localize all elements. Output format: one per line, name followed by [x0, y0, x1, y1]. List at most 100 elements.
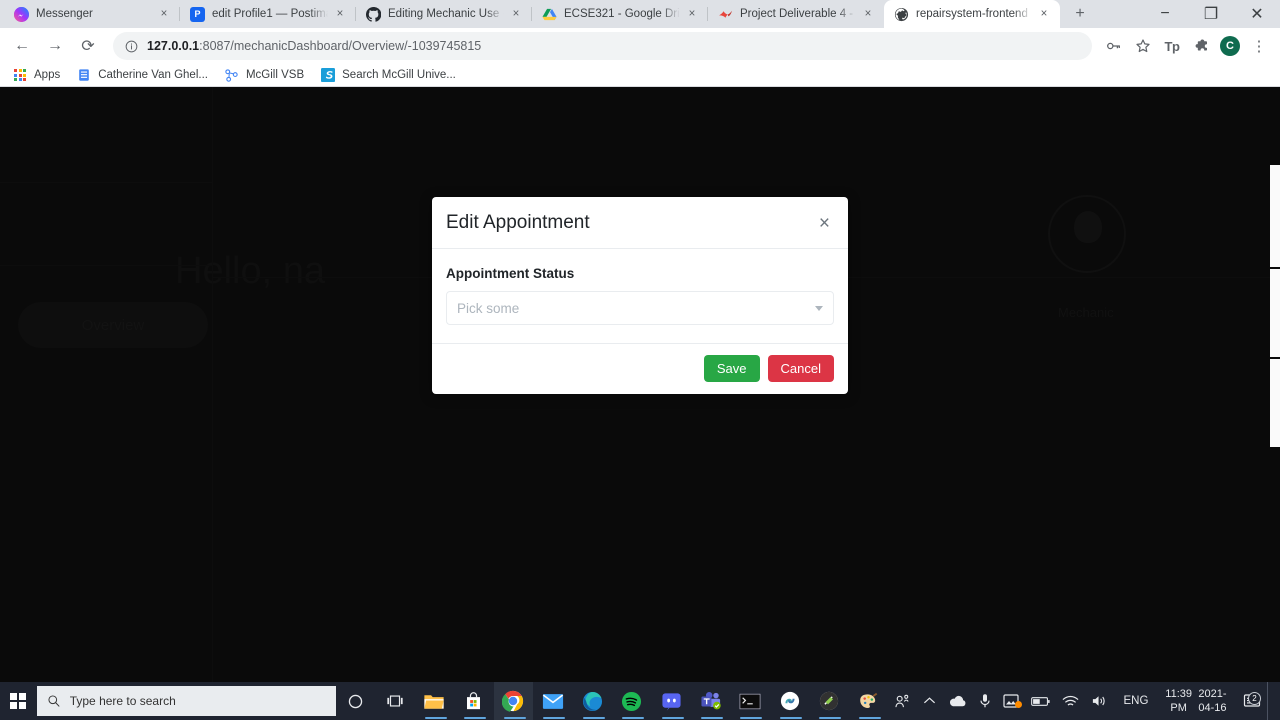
window-close-button[interactable]: ✕ — [1234, 0, 1280, 28]
background-avatar — [1048, 195, 1126, 273]
spotify-icon[interactable] — [612, 682, 651, 720]
tab-title: Project Deliverable 4 - Winte — [740, 8, 856, 20]
volume-icon[interactable] — [1085, 694, 1114, 708]
bookmark-apps[interactable]: Apps — [10, 65, 68, 85]
url-path: :8087/mechanicDashboard/Overview/-103974… — [199, 39, 482, 53]
window-minimize-button[interactable]: − — [1142, 0, 1188, 28]
reload-icon[interactable]: ⟳ — [74, 32, 102, 60]
password-key-icon[interactable] — [1101, 33, 1127, 59]
bookmark-search-mcgill-university[interactable]: Search McGill Unive... — [318, 65, 464, 85]
file-explorer-icon[interactable] — [415, 682, 454, 720]
anaconda-icon[interactable] — [770, 682, 809, 720]
chrome-browser-window: Messenger × P edit Profile1 — Postimages… — [0, 0, 1280, 682]
document-icon — [76, 67, 92, 83]
cortana-icon[interactable] — [336, 682, 375, 720]
app-icon[interactable] — [809, 682, 848, 720]
select-placeholder: Pick some — [457, 300, 520, 316]
bookmark-star-icon[interactable] — [1130, 33, 1156, 59]
tab-title: repairsystem-frontend — [916, 8, 1028, 20]
bookmark-mcgill-vsb[interactable]: McGill VSB — [222, 65, 312, 85]
bookmark-label: McGill VSB — [245, 69, 305, 81]
notifications-button[interactable]: 2 — [1237, 692, 1267, 709]
url-host: 127.0.0.1 — [147, 39, 200, 53]
modal-header: Edit Appointment × — [432, 197, 848, 249]
globe-icon — [894, 7, 909, 22]
site-info-icon[interactable] — [125, 40, 138, 53]
messenger-icon — [14, 6, 29, 22]
language-indicator[interactable]: ENG — [1114, 695, 1157, 707]
task-view-icon[interactable] — [375, 682, 414, 720]
notification-badge: 2 — [1248, 692, 1261, 705]
microsoft-edge-icon[interactable] — [573, 682, 612, 720]
people-icon[interactable] — [888, 694, 917, 709]
chevron-down-icon — [815, 305, 823, 311]
onedrive-cloud-icon[interactable] — [942, 695, 973, 708]
save-button[interactable]: Save — [703, 355, 760, 382]
microsoft-store-icon[interactable] — [454, 682, 493, 720]
tab-close-icon[interactable]: × — [860, 6, 876, 22]
extensions-puzzle-icon[interactable] — [1188, 33, 1214, 59]
bookmark-label: Search McGill Unive... — [342, 69, 456, 81]
background-greeting-text: Hello, na — [175, 250, 325, 292]
microphone-icon[interactable] — [973, 693, 997, 709]
google-chrome-icon[interactable] — [493, 682, 534, 720]
mail-icon[interactable] — [533, 682, 572, 720]
system-tray: ENG 11:39 PM 2021-04-16 2 — [888, 682, 1280, 720]
command-prompt-icon[interactable] — [730, 682, 769, 720]
tab-strip: Messenger × P edit Profile1 — Postimages… — [0, 0, 1280, 28]
browser-tab-google-drive[interactable]: ECSE321 - Google Drive × — [532, 0, 708, 28]
chrome-menu-icon[interactable]: ⋮ — [1246, 33, 1272, 59]
windows-taskbar: Type here to search ENG 11:39 PM 2021-04… — [0, 682, 1280, 720]
modal-body: Appointment Status Pick some — [432, 249, 848, 343]
battery-icon[interactable] — [1025, 696, 1056, 707]
wifi-icon[interactable] — [1056, 695, 1085, 708]
window-maximize-button[interactable]: ❐ — [1188, 0, 1234, 28]
cancel-button[interactable]: Cancel — [767, 355, 834, 382]
chevron-up-icon[interactable] — [917, 696, 942, 706]
close-icon[interactable]: × — [817, 214, 832, 233]
address-bar[interactable]: 127.0.0.1:8087/mechanicDashboard/Overvie… — [113, 32, 1092, 60]
postimages-icon: P — [190, 6, 205, 22]
appointment-status-select[interactable]: Pick some — [446, 291, 834, 325]
browser-tab-messenger[interactable]: Messenger × — [4, 0, 180, 28]
browser-toolbar: ← → ⟳ 127.0.0.1:8087/mechanicDashboard/O… — [0, 28, 1280, 64]
tab-close-icon[interactable]: × — [684, 6, 700, 22]
avatar: C — [1220, 36, 1240, 56]
edit-appointment-modal: Edit Appointment × Appointment Status Pi… — [432, 197, 848, 394]
new-tab-button[interactable]: + — [1066, 0, 1094, 28]
search-placeholder: Type here to search — [69, 694, 176, 708]
show-desktop-button[interactable] — [1267, 682, 1280, 720]
paint-icon[interactable] — [849, 682, 888, 720]
tab-title: edit Profile1 — Postimages — [212, 8, 328, 20]
tab-close-icon[interactable]: × — [1036, 6, 1052, 22]
browser-tab-repairsystem-frontend[interactable]: repairsystem-frontend × — [884, 0, 1060, 28]
bookmark-label: Catherine Van Ghel... — [98, 69, 208, 81]
photos-icon[interactable] — [997, 694, 1025, 708]
tab-close-icon[interactable]: × — [508, 6, 524, 22]
microsoft-teams-icon[interactable] — [691, 682, 730, 720]
forward-icon[interactable]: → — [41, 32, 69, 60]
windows-logo-icon — [10, 693, 27, 709]
tab-close-icon[interactable]: × — [156, 6, 172, 22]
github-icon — [366, 6, 381, 22]
browser-tab-postimages[interactable]: P edit Profile1 — Postimages × — [180, 0, 356, 28]
bookmark-catherine-van-ghel[interactable]: Catherine Van Ghel... — [74, 65, 216, 85]
discord-icon[interactable] — [652, 682, 691, 720]
search-icon — [47, 694, 61, 708]
google-drive-icon — [542, 7, 557, 22]
bookmark-label: Apps — [34, 69, 61, 81]
tp-extension-icon[interactable]: Tp — [1159, 33, 1185, 59]
browser-tab-project-deliverable[interactable]: Project Deliverable 4 - Winte × — [708, 0, 884, 28]
search-input[interactable]: Type here to search — [36, 686, 336, 716]
start-button[interactable] — [0, 682, 37, 720]
tab-close-icon[interactable]: × — [332, 6, 348, 22]
profile-avatar-icon[interactable]: C — [1217, 33, 1243, 59]
bookmarks-bar: Apps Catherine Van Ghel... McGill VSB Se… — [0, 64, 1280, 87]
background-overview-button[interactable]: Overview — [18, 302, 208, 348]
back-icon[interactable]: ← — [8, 32, 36, 60]
tab-title: Messenger — [36, 8, 93, 20]
browser-tab-github[interactable]: Editing Mechanic Use · McGi × — [356, 0, 532, 28]
page-content-area: Hello, na Overview Mechanic Edit Appoint… — [0, 87, 1280, 682]
modal-footer: Save Cancel — [432, 343, 848, 394]
clock[interactable]: 11:39 PM 2021-04-16 — [1157, 687, 1237, 715]
